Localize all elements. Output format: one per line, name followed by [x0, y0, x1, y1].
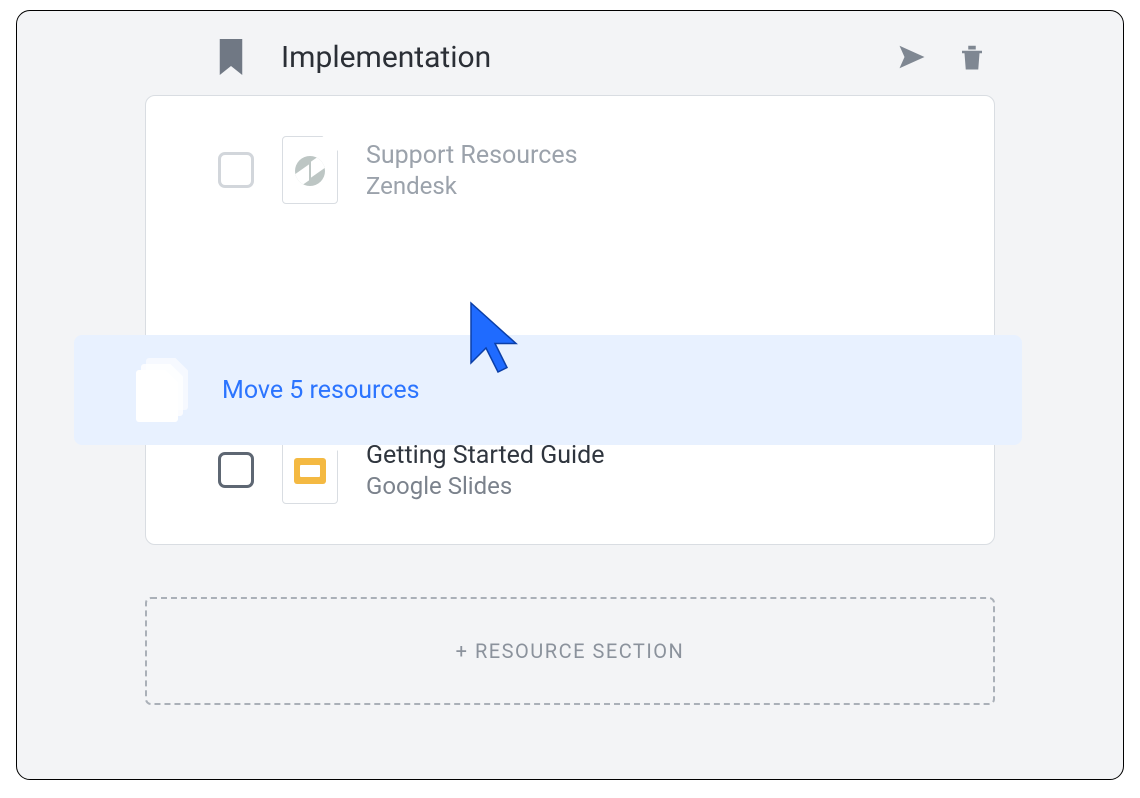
item-text: Support Resources Zendesk	[366, 141, 578, 200]
item-title: Support Resources	[366, 141, 578, 170]
drop-spacer	[146, 220, 994, 320]
add-resource-section-button[interactable]: + RESOURCE SECTION	[145, 597, 995, 705]
section-title: Implementation	[281, 40, 861, 75]
trash-icon[interactable]	[957, 42, 987, 72]
zendesk-icon	[295, 156, 325, 186]
checkbox[interactable]	[218, 452, 254, 488]
send-icon[interactable]	[897, 42, 927, 72]
checkbox[interactable]	[218, 152, 254, 188]
file-icon	[282, 436, 338, 504]
file-icon	[282, 136, 338, 204]
item-subtitle: Zendesk	[366, 172, 578, 200]
drag-ghost[interactable]: Move 5 resources	[74, 335, 1022, 445]
section-header: Implementation	[145, 39, 995, 95]
add-section-label: + RESOURCE SECTION	[456, 639, 685, 663]
item-subtitle: Google Slides	[366, 472, 604, 500]
resource-list: Support Resources Zendesk Testing Instru…	[145, 95, 995, 545]
bookmark-icon	[217, 39, 245, 75]
documents-stack-icon	[136, 358, 190, 422]
drag-label: Move 5 resources	[222, 376, 420, 405]
header-actions	[897, 42, 987, 72]
google-slides-icon	[294, 458, 326, 484]
item-text: Getting Started Guide Google Slides	[366, 441, 604, 500]
list-item[interactable]: Support Resources Zendesk	[146, 120, 994, 220]
